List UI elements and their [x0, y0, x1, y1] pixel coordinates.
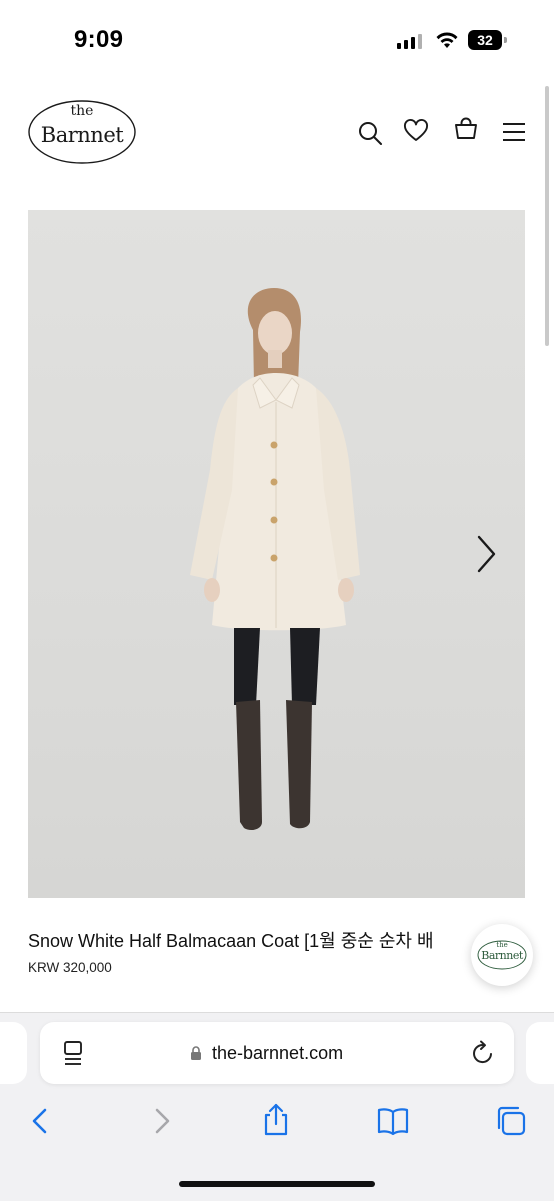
tabs-icon[interactable]	[494, 1104, 528, 1138]
lock-icon	[191, 1046, 201, 1060]
next-tab-preview[interactable]	[526, 1022, 554, 1084]
brand-logo[interactable]: the Barnnet	[27, 99, 137, 165]
next-image-arrow-icon[interactable]	[470, 533, 502, 575]
battery-level: 32	[477, 32, 493, 48]
back-icon[interactable]	[24, 1104, 58, 1138]
status-time: 9:09	[74, 26, 124, 53]
search-icon[interactable]	[357, 120, 383, 146]
product-image[interactable]	[28, 210, 525, 898]
previous-tab-preview[interactable]	[0, 1022, 27, 1084]
wifi-icon	[436, 32, 458, 48]
floating-brand-button[interactable]: the Barnnet	[471, 924, 533, 986]
model-illustration	[190, 288, 360, 830]
bookmarks-icon[interactable]	[376, 1104, 410, 1138]
logo-text-top: the	[70, 103, 94, 119]
badge-logo-top: the	[496, 941, 508, 949]
heart-icon[interactable]	[403, 118, 429, 144]
battery-icon: 32	[468, 30, 508, 50]
product-price: KRW 320,000	[28, 960, 112, 975]
share-icon[interactable]	[259, 1102, 293, 1136]
bag-icon[interactable]	[453, 116, 479, 142]
page-scrollbar[interactable]	[545, 86, 549, 346]
badge-logo-main: Barnnet	[481, 949, 523, 962]
product-title: Snow White Half Balmacaan Coat [1월 중순 순차…	[28, 931, 434, 951]
home-indicator	[179, 1181, 375, 1187]
reload-icon[interactable]	[471, 1040, 495, 1066]
page-menu-icon[interactable]	[62, 1040, 86, 1066]
forward-icon[interactable]	[144, 1104, 178, 1138]
logo-text-main: Barnnet	[40, 123, 124, 147]
menu-icon[interactable]	[501, 119, 527, 145]
cellular-signal-icon	[397, 34, 423, 49]
url-text[interactable]: the-barnnet.com	[212, 1043, 343, 1064]
